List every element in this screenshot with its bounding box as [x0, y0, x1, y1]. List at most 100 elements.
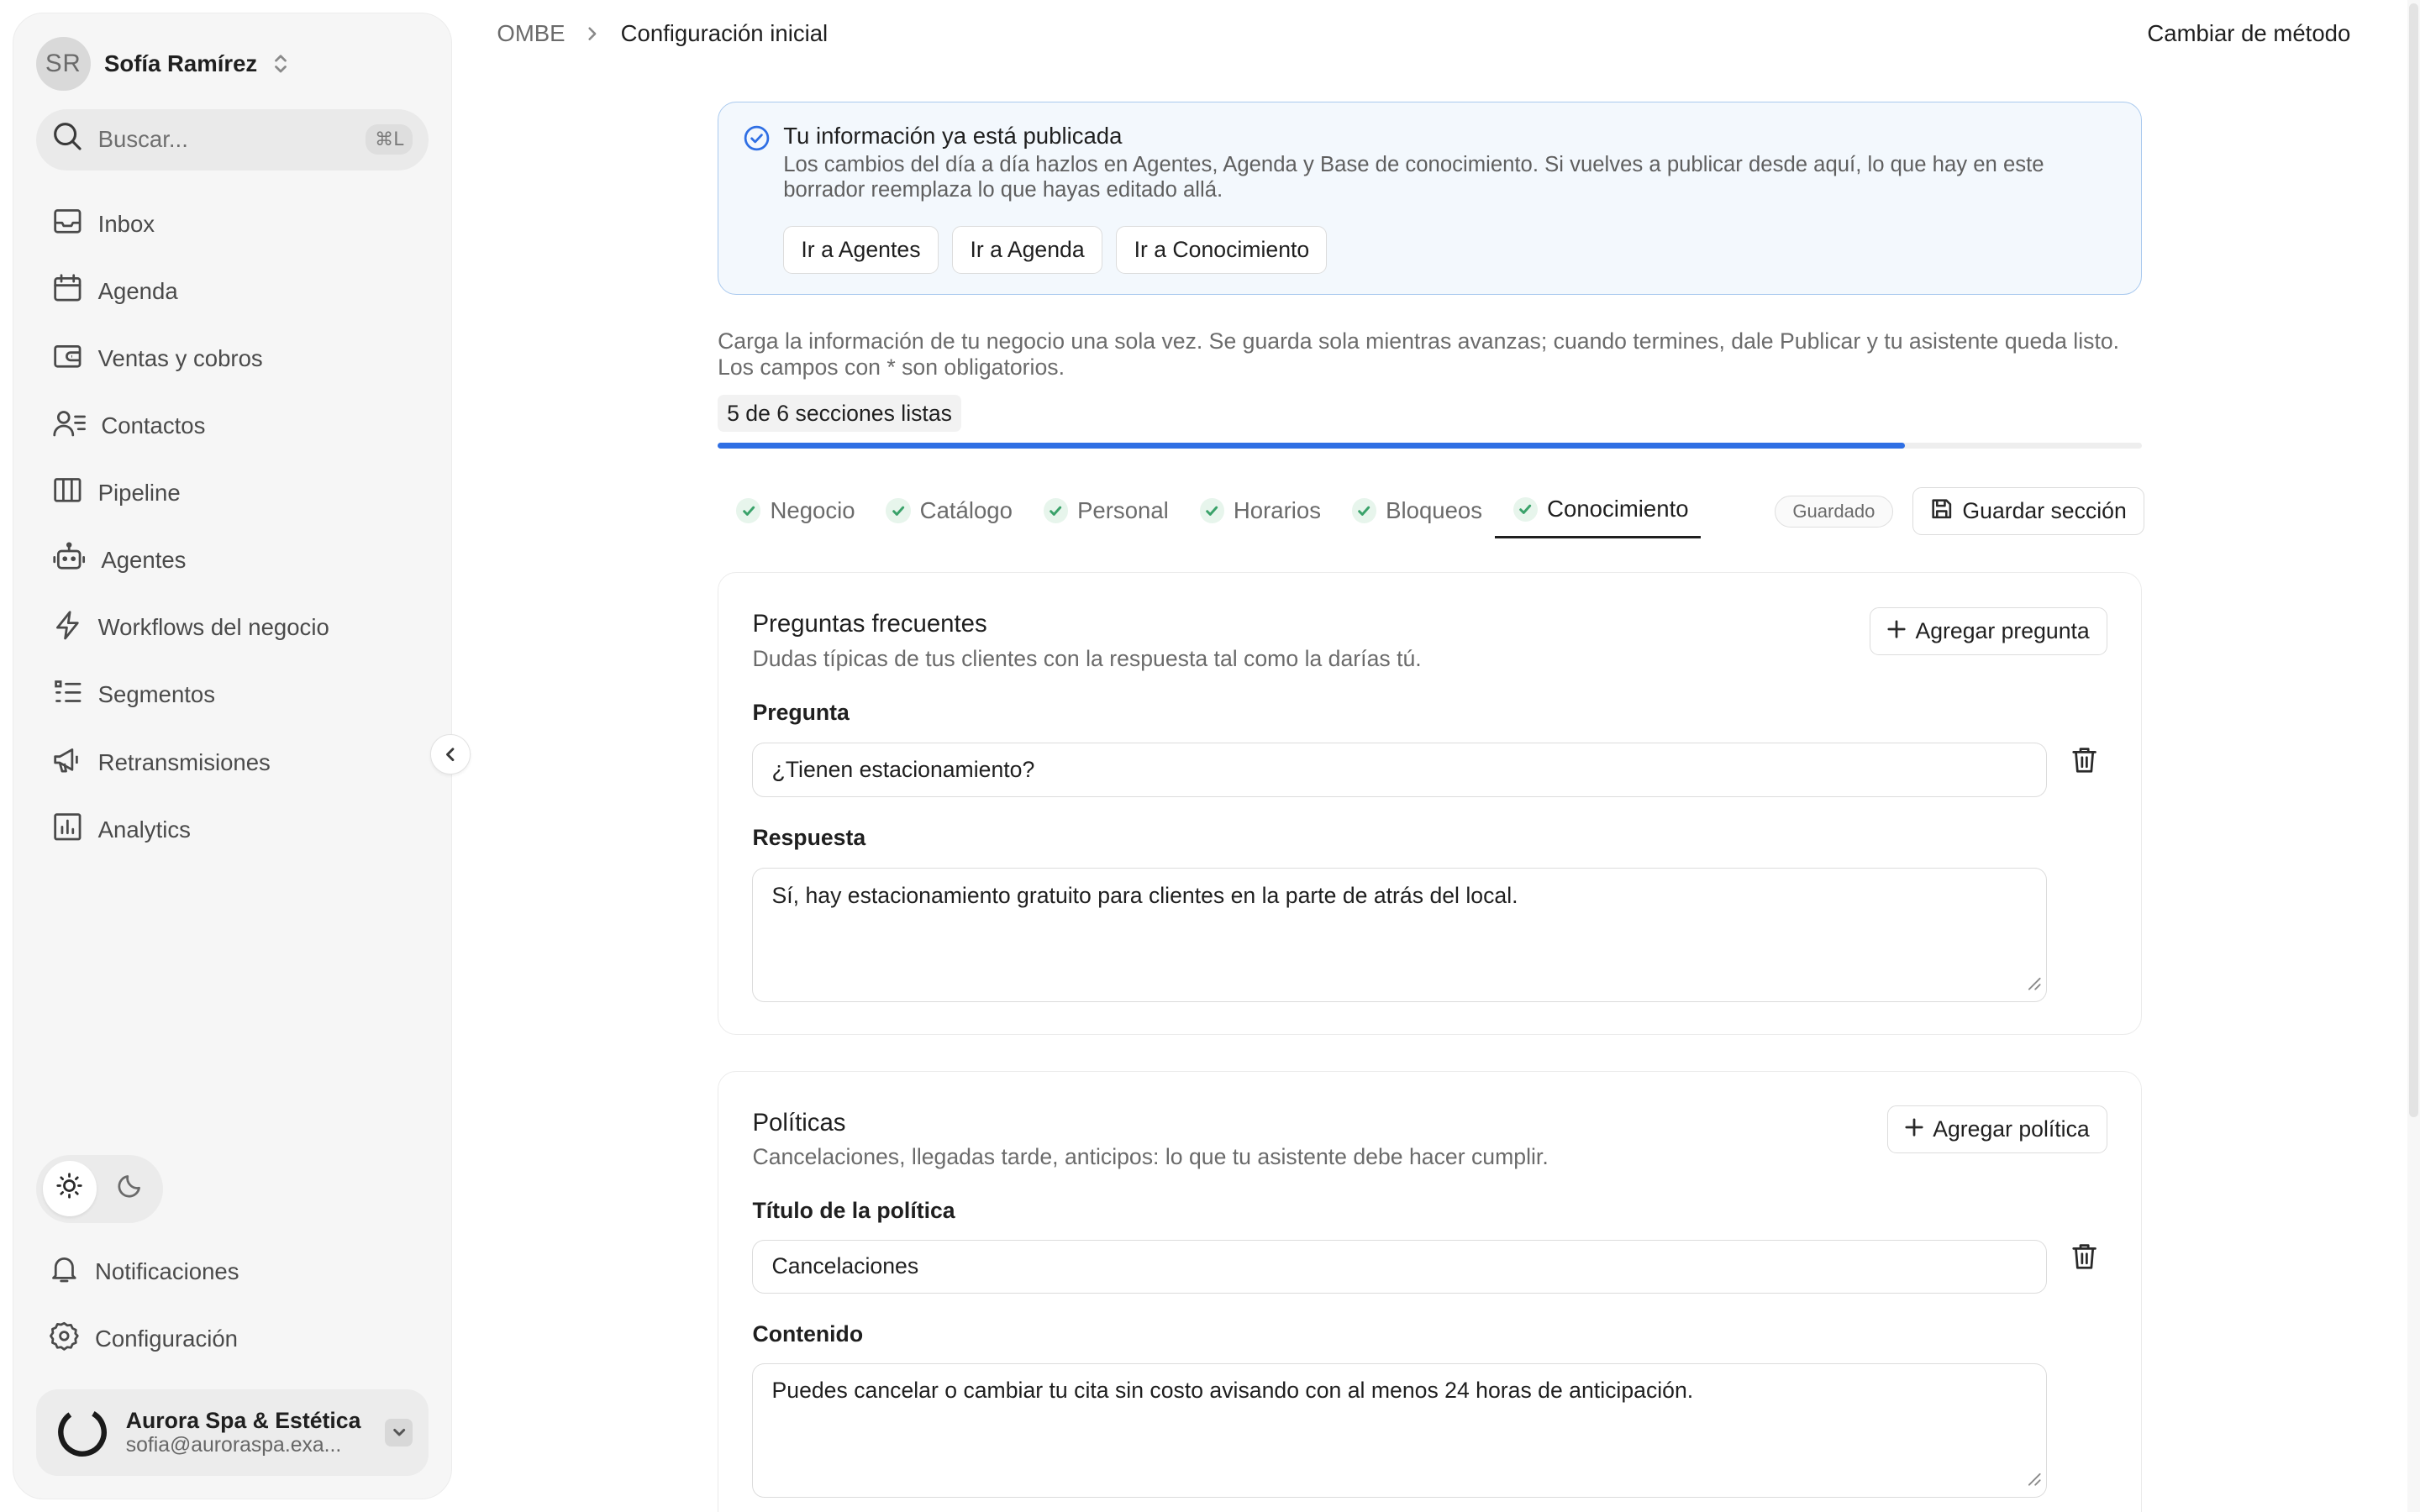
add-question-label: Agregar pregunta [1915, 617, 2090, 643]
sidebar-item-pipeline[interactable]: Pipeline [36, 459, 429, 527]
megaphone-icon [52, 744, 83, 781]
banner-title: Tu información ya está publicada [783, 123, 1123, 150]
change-method-link[interactable]: Cambiar de método [2147, 20, 2350, 47]
sidebar-item-label: Ventas y cobros [97, 345, 263, 372]
sidebar-item-agentes[interactable]: Agentes [36, 527, 429, 594]
answer-textarea[interactable]: Sí, hay estacionamiento gratuito para cl… [752, 868, 2048, 1002]
breadcrumb-root[interactable]: OMBE [497, 20, 565, 47]
policies-title: Políticas [752, 1108, 846, 1137]
resize-handle-icon[interactable] [2028, 1466, 2042, 1492]
published-banner: Tu información ya está publicada Los cam… [718, 102, 2143, 295]
sidebar-item-inbox[interactable]: Inbox [36, 191, 429, 258]
chevron-right-icon [587, 20, 599, 47]
tab-label: Conocimiento [1547, 496, 1689, 522]
sidebar-item-label: Inbox [97, 210, 155, 237]
trash-icon [2071, 1242, 2097, 1277]
light-theme-button[interactable] [42, 1161, 97, 1217]
tab-horarios[interactable]: Horarios [1181, 487, 1333, 533]
sidebar-item-label: Contactos [101, 412, 206, 439]
sidebar-item-contactos[interactable]: Contactos [36, 392, 429, 459]
go-knowledge-button[interactable]: Ir a Conocimiento [1116, 226, 1328, 275]
sidebar-item-label: Notificaciones [95, 1258, 239, 1285]
bot-icon [52, 542, 86, 579]
search-icon [52, 121, 83, 159]
policies-subtitle: Cancelaciones, llegadas tarde, anticipos… [752, 1143, 1549, 1169]
plus-icon [1905, 1116, 1923, 1142]
sidebar-item-configuracion[interactable]: Configuración [36, 1305, 429, 1373]
calendar-icon [52, 273, 83, 310]
question-input[interactable]: ¿Tienen estacionamiento? [752, 743, 2048, 797]
go-agents-button[interactable]: Ir a Agentes [783, 226, 939, 275]
columns-icon [52, 475, 83, 512]
save-section-button[interactable]: Guardar sección [1912, 487, 2144, 536]
tab-label: Personal [1077, 496, 1169, 523]
scrollbar-thumb[interactable] [2409, 3, 2419, 1117]
list-icon [52, 677, 83, 714]
theme-toggle [36, 1154, 163, 1223]
sidebar-item-segmentos[interactable]: Segmentos [36, 661, 429, 728]
policy-title-label: Título de la política [752, 1198, 955, 1224]
dark-theme-button[interactable] [103, 1161, 156, 1216]
collapse-sidebar-button[interactable] [430, 734, 471, 775]
sidebar-item-label: Analytics [97, 816, 191, 843]
tab-conocimiento[interactable]: Conocimiento [1494, 487, 1702, 538]
policy-title-input[interactable]: Cancelaciones [752, 1239, 2048, 1294]
faq-title: Preguntas frecuentes [752, 610, 987, 638]
resize-handle-icon[interactable] [2028, 970, 2042, 996]
user-switcher[interactable]: SR Sofía Ramírez [36, 36, 290, 92]
contacts-icon [52, 407, 86, 444]
org-email: sofia@auroraspa.exa... [125, 1433, 342, 1457]
search-input[interactable]: Buscar... ⌘L [36, 108, 429, 171]
sidebar-item-label: Workflows del negocio [97, 614, 329, 641]
user-name: Sofía Ramírez [104, 50, 258, 77]
progress-label: 5 de 6 secciones listas [718, 395, 961, 433]
tab-catalogo[interactable]: Catálogo [867, 487, 1024, 533]
sidebar-item-ventas[interactable]: Ventas y cobros [36, 325, 429, 392]
breadcrumb: OMBE Configuración inicial [497, 20, 828, 47]
save-icon [1930, 497, 1954, 527]
inbox-icon [52, 206, 83, 243]
delete-policy-button[interactable] [2066, 1242, 2103, 1278]
org-switcher[interactable]: Aurora Spa & Estética sofia@auroraspa.ex… [36, 1389, 429, 1476]
plus-icon [1887, 618, 1907, 644]
chart-icon [52, 811, 83, 848]
org-name: Aurora Spa & Estética [125, 1407, 361, 1433]
search-placeholder: Buscar... [97, 126, 188, 153]
sidebar-item-label: Agenda [97, 278, 178, 305]
add-question-button[interactable]: Agregar pregunta [1870, 606, 2107, 655]
sidebar-item-label: Pipeline [97, 480, 181, 507]
sidebar-item-label: Agentes [101, 547, 187, 574]
tab-label: Negocio [770, 496, 855, 523]
sidebar-nav: Inbox Agenda Ventas y cobros Contactos P… [36, 191, 429, 864]
check-circle-icon [743, 124, 771, 159]
avatar: SR [36, 37, 91, 92]
delete-question-button[interactable] [2066, 744, 2103, 781]
sidebar: SR Sofía Ramírez Buscar... ⌘L Inbox Agen… [12, 12, 453, 1500]
add-policy-button[interactable]: Agregar política [1886, 1105, 2107, 1153]
tab-label: Horarios [1233, 496, 1322, 523]
trash-icon [2071, 746, 2097, 780]
sidebar-item-label: Segmentos [97, 681, 216, 708]
check-icon [1351, 498, 1377, 523]
sidebar-item-analytics[interactable]: Analytics [36, 796, 429, 864]
sidebar-bottom-nav: Notificaciones Configuración [36, 1238, 429, 1373]
tab-personal[interactable]: Personal [1025, 487, 1181, 533]
policy-content-textarea[interactable]: Puedes cancelar o cambiar tu cita sin co… [752, 1362, 2048, 1498]
sidebar-item-workflows[interactable]: Workflows del negocio [36, 594, 429, 661]
org-logo [55, 1404, 110, 1460]
check-icon [1512, 496, 1539, 522]
go-agenda-button[interactable]: Ir a Agenda [952, 226, 1102, 275]
sidebar-item-retransmisiones[interactable]: Retransmisiones [36, 729, 429, 796]
tab-negocio[interactable]: Negocio [718, 487, 867, 533]
tab-label: Catálogo [919, 496, 1013, 523]
sidebar-item-agenda[interactable]: Agenda [36, 258, 429, 325]
sidebar-item-label: Retransmisiones [97, 748, 271, 775]
check-icon [1043, 498, 1069, 523]
faq-card: Preguntas frecuentes Dudas típicas de tu… [718, 572, 2143, 1036]
answer-text: Sí, hay estacionamiento gratuito para cl… [771, 882, 1518, 908]
question-label: Pregunta [752, 700, 850, 726]
save-section-label: Guardar sección [1962, 498, 2127, 524]
tab-bloqueos[interactable]: Bloqueos [1334, 487, 1495, 533]
policy-content-text: Puedes cancelar o cambiar tu cita sin co… [771, 1378, 1694, 1404]
sidebar-item-notificaciones[interactable]: Notificaciones [36, 1238, 429, 1305]
